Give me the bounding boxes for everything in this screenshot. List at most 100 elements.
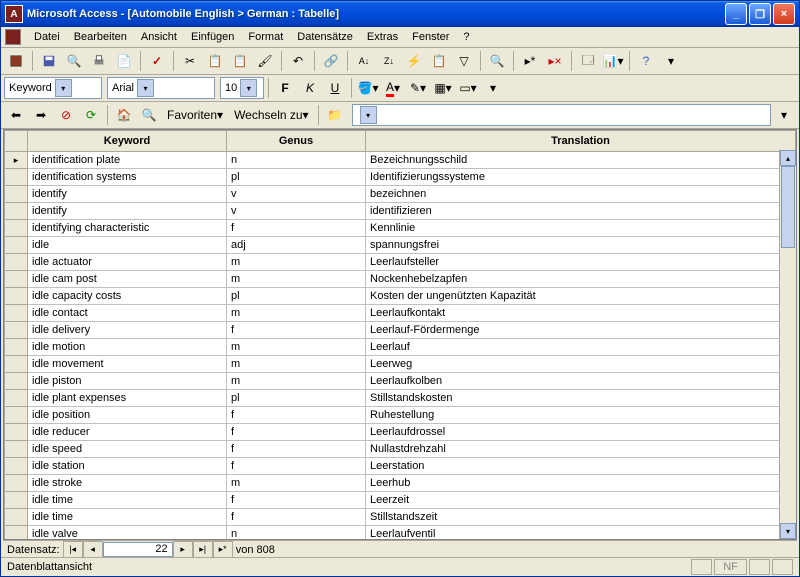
row-selector[interactable] — [5, 509, 28, 526]
cell-genus[interactable]: f — [227, 458, 366, 475]
fontsize-combo[interactable]: 10▾ — [220, 77, 264, 99]
scroll-down-icon[interactable]: ▾ — [780, 523, 796, 539]
cell-translation[interactable]: Leerweg — [366, 356, 796, 373]
cell-genus[interactable]: f — [227, 220, 366, 237]
table-row[interactable]: idle valvenLeerlaufventil — [5, 526, 796, 541]
cell-keyword[interactable]: idle time — [28, 509, 227, 526]
cell-translation[interactable]: Identifizierungssysteme — [366, 169, 796, 186]
cell-translation[interactable]: Leerzeit — [366, 492, 796, 509]
cell-translation[interactable]: Leerlaufsteller — [366, 254, 796, 271]
row-selector[interactable] — [5, 390, 28, 407]
back-button[interactable]: ⬅ — [4, 103, 28, 127]
save-button[interactable] — [37, 49, 61, 73]
table-row[interactable]: identification systemsplIdentifizierungs… — [5, 169, 796, 186]
table-row[interactable]: idle timefLeerzeit — [5, 492, 796, 509]
cell-translation[interactable]: spannungsfrei — [366, 237, 796, 254]
cell-genus[interactable]: v — [227, 203, 366, 220]
spelling-button[interactable]: ✓ — [145, 49, 169, 73]
help-button[interactable]: ? — [634, 49, 658, 73]
view-button[interactable] — [4, 49, 28, 73]
table-row[interactable]: idle reducerfLeerlaufdrossel — [5, 424, 796, 441]
cell-translation[interactable]: Ruhestellung — [366, 407, 796, 424]
cell-keyword[interactable]: idle stroke — [28, 475, 227, 492]
scroll-thumb[interactable] — [781, 166, 795, 248]
cell-translation[interactable]: Nockenhebelzapfen — [366, 271, 796, 288]
home-button[interactable]: 🏠 — [112, 103, 136, 127]
menu-fenster[interactable]: Fenster — [405, 29, 456, 45]
cell-genus[interactable]: pl — [227, 390, 366, 407]
menu-help[interactable]: ? — [456, 29, 476, 45]
cell-keyword[interactable]: idle contact — [28, 305, 227, 322]
col-translation[interactable]: Translation — [366, 131, 796, 152]
nav-next-button[interactable]: ▸ — [173, 541, 193, 558]
table-row[interactable]: idle speedfNullastdrehzahl — [5, 441, 796, 458]
table-row[interactable]: idle deliveryfLeerlauf-Fördermenge — [5, 322, 796, 339]
cut-button[interactable]: ✂ — [178, 49, 202, 73]
hyperlink-button[interactable]: 🔗 — [319, 49, 343, 73]
line-color-button[interactable]: ✎▾ — [406, 76, 430, 100]
nav-last-button[interactable]: ▸| — [193, 541, 213, 558]
cell-keyword[interactable]: idle delivery — [28, 322, 227, 339]
special-effect-button[interactable]: ▭▾ — [456, 76, 480, 100]
menu-bearbeiten[interactable]: Bearbeiten — [67, 29, 134, 45]
table-row[interactable]: idle motionmLeerlauf — [5, 339, 796, 356]
row-selector[interactable] — [5, 305, 28, 322]
cell-keyword[interactable]: idle reducer — [28, 424, 227, 441]
close-button[interactable]: × — [773, 3, 795, 25]
navigate-button[interactable]: Wechseln zu ▾ — [229, 103, 314, 127]
folder-button[interactable]: 📁 — [323, 103, 347, 127]
cell-genus[interactable]: f — [227, 492, 366, 509]
cell-translation[interactable]: Leerlaufventil — [366, 526, 796, 541]
row-selector[interactable] — [5, 407, 28, 424]
cell-keyword[interactable]: idle station — [28, 458, 227, 475]
menu-format[interactable]: Format — [241, 29, 290, 45]
nav-first-button[interactable]: |◂ — [63, 541, 83, 558]
table-row[interactable]: idle capacity costsplKosten der ungenütz… — [5, 288, 796, 305]
cell-keyword[interactable]: identification systems — [28, 169, 227, 186]
row-selector[interactable] — [5, 237, 28, 254]
row-selector[interactable] — [5, 356, 28, 373]
table-row[interactable]: idleadjspannungsfrei — [5, 237, 796, 254]
cell-genus[interactable]: m — [227, 339, 366, 356]
new-object-button[interactable]: 📊▾ — [601, 49, 625, 73]
cell-keyword[interactable]: idle valve — [28, 526, 227, 541]
cell-translation[interactable]: Leerstation — [366, 458, 796, 475]
cell-keyword[interactable]: idle motion — [28, 339, 227, 356]
cell-keyword[interactable]: identify — [28, 186, 227, 203]
cell-keyword[interactable]: idle capacity costs — [28, 288, 227, 305]
cell-genus[interactable]: m — [227, 475, 366, 492]
filter-form-button[interactable]: 📋 — [427, 49, 451, 73]
fill-color-button[interactable]: 🪣▾ — [356, 76, 380, 100]
cell-genus[interactable]: f — [227, 407, 366, 424]
row-selector[interactable] — [5, 424, 28, 441]
cell-translation[interactable]: Bezeichnungsschild — [366, 152, 796, 169]
italic-button[interactable]: K — [298, 76, 322, 100]
table-row[interactable]: idle cam postmNockenhebelzapfen — [5, 271, 796, 288]
cell-keyword[interactable]: idle piston — [28, 373, 227, 390]
cell-keyword[interactable]: idle cam post — [28, 271, 227, 288]
col-keyword[interactable]: Keyword — [28, 131, 227, 152]
refresh-button[interactable]: ⟳ — [79, 103, 103, 127]
row-selector[interactable] — [5, 203, 28, 220]
cell-translation[interactable]: Leerlaufkontakt — [366, 305, 796, 322]
toggle-filter-button[interactable]: ▽ — [452, 49, 476, 73]
cell-translation[interactable]: Nullastdrehzahl — [366, 441, 796, 458]
cell-keyword[interactable]: idle plant expenses — [28, 390, 227, 407]
table-row[interactable]: idle strokemLeerhub — [5, 475, 796, 492]
row-selector[interactable] — [5, 322, 28, 339]
cell-translation[interactable]: Stillstandskosten — [366, 390, 796, 407]
gridlines-button[interactable]: ▦▾ — [431, 76, 455, 100]
more-button[interactable]: ▾ — [659, 49, 683, 73]
table-row[interactable]: identifyvidentifizieren — [5, 203, 796, 220]
cell-genus[interactable]: pl — [227, 288, 366, 305]
record-number-input[interactable]: 22 — [103, 542, 173, 557]
table-row[interactable]: idle stationfLeerstation — [5, 458, 796, 475]
cell-keyword[interactable]: idle time — [28, 492, 227, 509]
cell-translation[interactable]: bezeichnen — [366, 186, 796, 203]
menu-ansicht[interactable]: Ansicht — [134, 29, 184, 45]
table-row[interactable]: idle movementmLeerweg — [5, 356, 796, 373]
format-painter-button[interactable]: 🖌 — [253, 49, 277, 73]
cell-keyword[interactable]: idle actuator — [28, 254, 227, 271]
row-selector[interactable] — [5, 339, 28, 356]
cell-keyword[interactable]: idle — [28, 237, 227, 254]
